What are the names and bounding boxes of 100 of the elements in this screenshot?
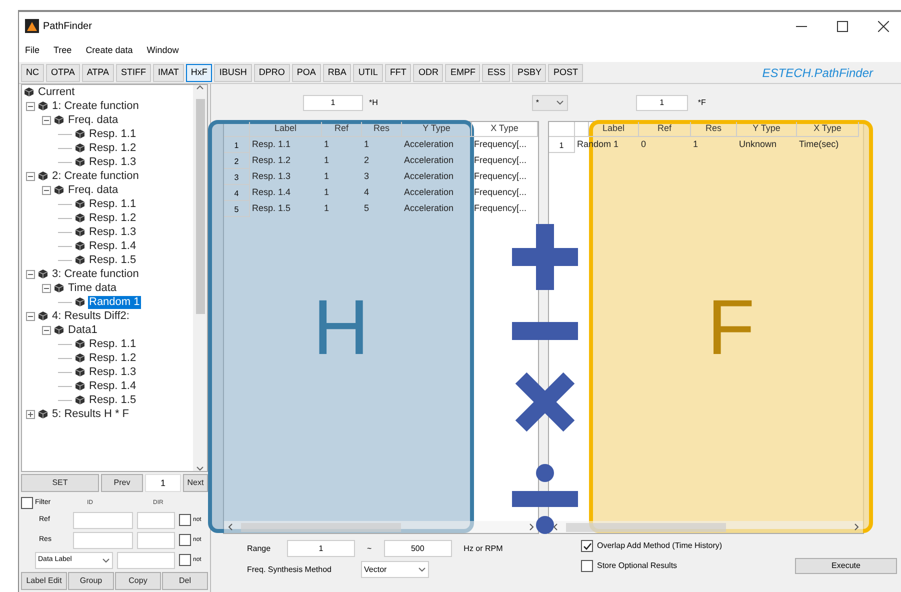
next-button[interactable]: Next: [183, 474, 208, 492]
toolbar-tab[interactable]: EMPF: [445, 64, 480, 82]
scroll-thumb[interactable]: [196, 99, 204, 314]
f-factor-field[interactable]: 1: [636, 94, 688, 110]
table-cell-text: 3: [363, 170, 370, 184]
label-field[interactable]: [117, 552, 175, 568]
dir-field[interactable]: [137, 512, 175, 528]
maximize-icon[interactable]: [837, 20, 848, 32]
table-cell-text: Frequency[...: [473, 154, 528, 168]
collapse-icon[interactable]: [42, 284, 51, 292]
expand-icon[interactable]: [26, 410, 35, 418]
tree-action-button[interactable]: Del: [162, 572, 208, 590]
tree-node[interactable]: 1: Create function: [51, 100, 140, 112]
toolbar-tab[interactable]: STIFF: [116, 64, 152, 82]
checkbox[interactable]: [179, 554, 191, 566]
toolbar-tab[interactable]: OTPA: [46, 64, 80, 82]
collapse-icon[interactable]: [26, 102, 35, 110]
tree-node[interactable]: Resp. 1.2: [88, 212, 138, 224]
collapse-icon[interactable]: [42, 326, 51, 334]
index-field[interactable]: 1: [145, 474, 181, 492]
toolbar-tab[interactable]: HxF: [186, 64, 212, 82]
range-from-field[interactable]: 1: [287, 540, 355, 557]
toolbar-tab[interactable]: PSBY: [512, 64, 546, 82]
close-icon[interactable]: [878, 20, 889, 32]
collapse-icon[interactable]: [42, 116, 51, 124]
scroll-left-icon[interactable]: [228, 523, 233, 531]
toolbar-tab[interactable]: ESS: [482, 64, 510, 82]
toolbar-tab[interactable]: RBA: [322, 64, 352, 82]
tree-node[interactable]: Resp. 1.2: [88, 142, 138, 154]
column-header[interactable]: X Type: [472, 122, 538, 137]
range-to-field[interactable]: 500: [384, 540, 452, 557]
tree-node[interactable]: Resp. 1.1: [88, 338, 138, 350]
tree-node[interactable]: Freq. data: [67, 114, 120, 126]
tree-node[interactable]: Current: [37, 86, 76, 98]
dir-field[interactable]: [137, 532, 175, 548]
column-header[interactable]: Ref: [322, 122, 362, 137]
tree-node[interactable]: Resp. 1.5: [88, 394, 138, 406]
tree-node[interactable]: 5: Results H * F: [51, 408, 130, 420]
toolbar-tab[interactable]: POST: [548, 64, 583, 82]
id-field[interactable]: [73, 512, 133, 528]
scroll-left-icon[interactable]: [553, 523, 558, 531]
toolbar-tab[interactable]: FFT: [384, 64, 412, 82]
toolbar-tab[interactable]: ODR: [413, 64, 444, 82]
column-header[interactable]: Y Type: [402, 122, 472, 137]
tree-node[interactable]: 3: Create function: [51, 268, 140, 280]
tree-node[interactable]: Resp. 1.3: [88, 156, 138, 168]
synthesis-dropdown[interactable]: Vector: [361, 561, 429, 578]
operator-dropdown[interactable]: *: [532, 94, 568, 110]
collapse-icon[interactable]: [26, 270, 35, 278]
tree-node[interactable]: Resp. 1.3: [88, 226, 138, 238]
toolbar-tab[interactable]: IBUSH: [214, 64, 252, 82]
checkbox[interactable]: [21, 497, 33, 509]
h-factor-field[interactable]: 1: [303, 94, 363, 110]
h-factor-label: *H: [369, 96, 378, 108]
tree-node[interactable]: Time data: [67, 282, 118, 294]
tree-node[interactable]: Resp. 1.2: [88, 352, 138, 364]
tree-action-button[interactable]: Copy: [115, 572, 161, 590]
collapse-icon[interactable]: [42, 186, 51, 194]
toolbar-tab[interactable]: UTIL: [353, 64, 383, 82]
scroll-right-icon[interactable]: [854, 523, 859, 531]
menu-item[interactable]: Tree: [54, 44, 72, 58]
collapse-icon[interactable]: [26, 172, 35, 180]
toolbar-tab[interactable]: NC: [21, 64, 44, 82]
checkbox[interactable]: [179, 514, 191, 526]
tree-node[interactable]: Resp. 1.1: [88, 128, 138, 140]
scroll-right-icon[interactable]: [529, 523, 534, 531]
tree-node[interactable]: Data1: [67, 324, 98, 336]
tree-action-button[interactable]: Group: [68, 572, 114, 590]
prev-button[interactable]: Prev: [101, 474, 143, 492]
tree-node[interactable]: Resp. 1.1: [88, 198, 138, 210]
times-icon: [515, 372, 575, 432]
tree-node[interactable]: Resp. 1.4: [88, 380, 138, 392]
column-header[interactable]: Res: [362, 122, 402, 137]
checkbox[interactable]: [179, 534, 191, 546]
column-header[interactable]: Label: [250, 122, 322, 137]
menu-item[interactable]: Create data: [86, 44, 133, 58]
collapse-icon[interactable]: [26, 312, 35, 320]
set-button[interactable]: SET: [21, 474, 99, 492]
scroll-up-icon[interactable]: [196, 85, 204, 90]
checkbox[interactable]: [581, 560, 593, 572]
toolbar-tab[interactable]: IMAT: [153, 64, 184, 82]
toolbar-tab[interactable]: POA: [292, 64, 321, 82]
tree-node[interactable]: 4: Results Diff2:: [51, 310, 130, 322]
tree-node[interactable]: Resp. 1.5: [88, 254, 138, 266]
horizontal-scrollbar[interactable]: [224, 521, 538, 533]
tree-node[interactable]: Resp. 1.3: [88, 366, 138, 378]
tree-node[interactable]: Freq. data: [67, 184, 120, 196]
execute-button[interactable]: Execute: [795, 558, 897, 574]
tree-node[interactable]: Resp. 1.4: [88, 240, 138, 252]
tree-node[interactable]: Random 1: [88, 296, 141, 308]
toolbar-tab[interactable]: DPRO: [254, 64, 290, 82]
menu-item[interactable]: Window: [146, 44, 179, 58]
tree-action-button[interactable]: Label Edit: [21, 572, 67, 590]
tree-node[interactable]: 2: Create function: [51, 170, 140, 182]
cube-icon: [38, 311, 48, 321]
id-field[interactable]: [73, 532, 133, 548]
menu-item[interactable]: File: [25, 44, 40, 58]
checkbox[interactable]: [581, 540, 593, 552]
scrollbar[interactable]: [193, 85, 207, 471]
toolbar-tab[interactable]: ATPA: [82, 64, 114, 82]
